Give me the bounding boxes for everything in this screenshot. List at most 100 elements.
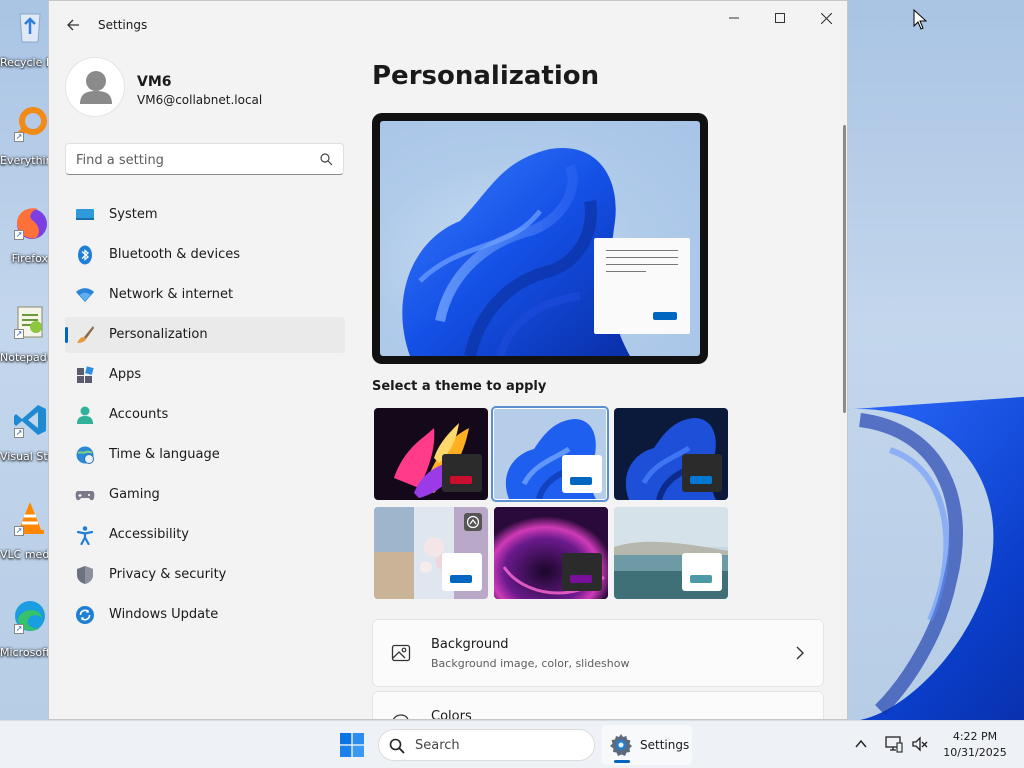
sidebar-item-gaming[interactable]: Gaming (65, 477, 345, 513)
desktop-icon-label: Recycle Bin (0, 56, 50, 69)
gear-icon (610, 734, 632, 756)
palette-icon (392, 714, 409, 719)
desktop-icon-notepad[interactable]: ↗ Notepad++ (0, 297, 50, 379)
avatar[interactable] (65, 57, 125, 117)
theme-grid (374, 406, 730, 599)
content-scrollbar[interactable] (843, 125, 846, 413)
preview-window-mock (594, 238, 690, 334)
theme-windows-dark[interactable] (614, 408, 728, 500)
taskbar-clock[interactable]: 4:22 PM 10/31/2025 (937, 729, 1013, 761)
taskbar-app-settings[interactable]: Settings (602, 725, 692, 765)
sidebar-item-label: Apps (109, 367, 142, 382)
sidebar-item-bluetooth[interactable]: Bluetooth & devices (65, 237, 345, 273)
close-icon (820, 12, 832, 24)
desktop-icon-label: Firefox (11, 252, 48, 265)
theme-window-chip (682, 553, 722, 591)
brush-icon (77, 326, 94, 343)
taskbar: Search Settings 4:22 PM 10/31/2025 (0, 720, 1024, 768)
sidebar-item-system[interactable]: System (65, 197, 345, 233)
theme-window-chip (562, 553, 602, 591)
shortcut-arrow-icon: ↗ (14, 329, 24, 339)
search-icon[interactable] (320, 153, 333, 166)
sidebar-item-windows-update[interactable]: Windows Update (65, 597, 345, 633)
theme-preview (372, 113, 708, 364)
start-button[interactable] (337, 730, 367, 760)
sidebar-item-network[interactable]: Network & internet (65, 277, 345, 313)
clock-time: 4:22 PM (952, 730, 998, 743)
desktop-icon-label: Microsoft Edge (0, 646, 50, 659)
clock-date: 10/31/2025 (943, 746, 1007, 759)
user-email: VM6@collabnet.local (137, 93, 263, 107)
window-title: Settings (98, 18, 148, 32)
chevron-up-icon[interactable] (855, 739, 867, 749)
theme-windows-light[interactable] (491, 406, 609, 502)
sidebar-item-label: Bluetooth & devices (109, 247, 240, 262)
preview-wallpaper (380, 121, 700, 356)
card-subtitle: Background image, color, slideshow (431, 657, 630, 670)
theme-section-label: Select a theme to apply (372, 379, 547, 394)
user-name: VM6 (137, 74, 172, 90)
theme-sunrise[interactable] (614, 507, 728, 599)
sidebar-item-label: Personalization (109, 327, 208, 342)
sidebar-item-label: Network & internet (109, 287, 234, 302)
apps-icon (77, 366, 94, 383)
theme-captured-motion[interactable] (374, 507, 488, 599)
close-button[interactable] (803, 1, 847, 35)
back-arrow-icon (67, 19, 79, 31)
windows-logo-icon (340, 733, 364, 757)
network-monitor-icon[interactable] (885, 735, 903, 753)
sidebar-item-apps[interactable]: Apps (65, 357, 345, 393)
background-setting-card[interactable]: Background Background image, color, slid… (372, 619, 824, 687)
sidebar-item-label: Gaming (109, 487, 160, 502)
shortcut-arrow-icon: ↗ (14, 526, 24, 536)
maximize-icon (775, 13, 785, 23)
shortcut-arrow-icon: ↗ (14, 624, 24, 634)
shortcut-arrow-icon: ↗ (14, 230, 24, 240)
desktop-icon-everything[interactable]: ↗ Everything (0, 100, 50, 182)
desktop-icon-edge[interactable]: ↗ Microsoft Edge (0, 592, 50, 674)
slideshow-badge-icon (464, 513, 482, 531)
wifi-icon (76, 288, 94, 302)
theme-window-chip (682, 454, 722, 492)
shield-icon (77, 566, 93, 584)
desktop-icon-label: Visual Studio Code (0, 450, 50, 463)
sidebar-item-time-language[interactable]: Time & language (65, 437, 345, 473)
volume-muted-icon[interactable] (911, 735, 929, 753)
theme-flow[interactable] (494, 507, 608, 599)
desktop-icon-firefox[interactable]: ↗ Firefox (0, 198, 50, 280)
search-input[interactable] (76, 150, 306, 170)
desktop-icon-vscode[interactable]: ↗ Visual Studio Code (0, 396, 50, 478)
desktop-icon-label: VLC media player (0, 548, 50, 561)
taskbar-search-label: Search (415, 738, 460, 753)
system-icon (76, 209, 94, 220)
sidebar-item-personalization[interactable]: Personalization (65, 317, 345, 353)
desktop-icon-recycle-bin[interactable]: Recycle Bin (0, 2, 50, 84)
back-button[interactable] (61, 13, 85, 37)
user-silhouette-icon (80, 71, 112, 104)
sidebar-item-label: Time & language (109, 447, 220, 462)
globe-clock-icon (76, 446, 94, 464)
page-title: Personalization (372, 61, 600, 91)
sidebar-item-privacy-security[interactable]: Privacy & security (65, 557, 345, 593)
desktop-icon-vlc[interactable]: ↗ VLC media player (0, 494, 50, 576)
taskbar-search[interactable]: Search (378, 729, 595, 761)
minimize-button[interactable] (711, 1, 757, 35)
sidebar-item-label: Accessibility (109, 527, 189, 542)
settings-window: Settings VM6 VM6@collabnet.local Find a … (48, 0, 848, 720)
settings-search (65, 143, 344, 175)
desktop-icon-label: Notepad++ (0, 351, 50, 364)
bluetooth-icon (78, 245, 92, 265)
chevron-right-icon (796, 646, 804, 660)
running-indicator (614, 760, 630, 763)
title-bar[interactable]: Settings (49, 1, 847, 49)
minimize-icon (729, 17, 739, 19)
colors-setting-card[interactable]: Colors (372, 691, 824, 719)
maximize-button[interactable] (757, 1, 803, 35)
desktop-icon-label: Everything (0, 154, 50, 167)
shortcut-arrow-icon: ↗ (14, 132, 24, 142)
image-icon (391, 644, 411, 662)
theme-glow[interactable] (374, 408, 488, 500)
sidebar-item-accounts[interactable]: Accounts (65, 397, 345, 433)
sidebar-item-label: System (109, 207, 158, 222)
sidebar-item-accessibility[interactable]: Accessibility (65, 517, 345, 553)
